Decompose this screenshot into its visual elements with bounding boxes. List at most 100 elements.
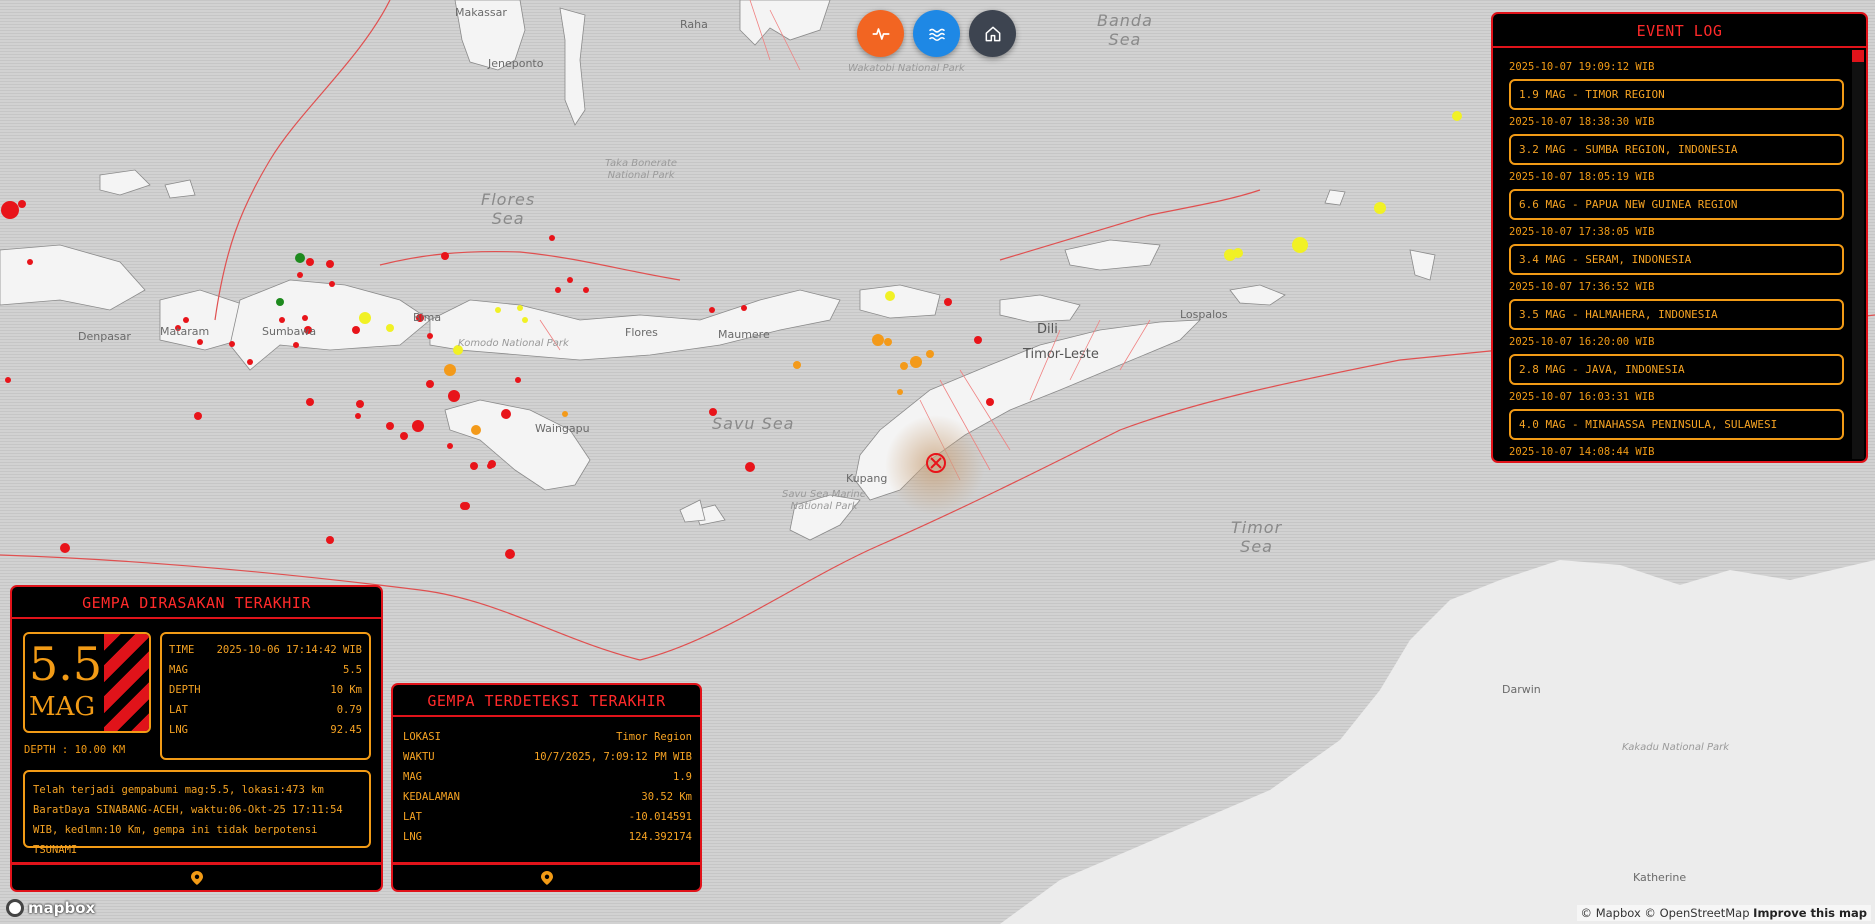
map-label-flores-sea: Flores Sea xyxy=(481,190,536,228)
map-pin-icon[interactable] xyxy=(540,870,553,885)
map-label-darwin: Darwin xyxy=(1502,683,1541,696)
felt-quake-description: Telah terjadi gempabumi mag:5.5, lokasi:… xyxy=(23,770,371,856)
log-entry-text[interactable]: 4.0 MAG - MINAHASSA PENINSULA, SULAWESI xyxy=(1509,409,1844,440)
map-label-sumbawa: Sumbawa xyxy=(262,325,317,338)
magnitude-badge: 5.5 MAG xyxy=(23,632,151,733)
log-entry[interactable]: 2025-10-07 18:38:30 WIB 3.2 MAG - SUMBA … xyxy=(1509,115,1844,170)
map-attribution: © Mapbox © OpenStreetMap Improve this ma… xyxy=(1576,905,1871,921)
detail-value: 92.45 xyxy=(330,724,362,736)
map-label-jeneponto: Jeneponto xyxy=(488,57,544,70)
log-entry-time: 2025-10-07 16:03:31 WIB xyxy=(1509,391,1655,403)
log-entry[interactable]: 2025-10-07 17:36:52 WIB 3.5 MAG - HALMAH… xyxy=(1509,280,1844,335)
map-label-bima: Bima xyxy=(413,311,442,324)
detail-row: MAG 1.9 xyxy=(403,769,692,789)
event-log-scrollbar[interactable] xyxy=(1852,50,1864,459)
detail-row: LAT 0.79 xyxy=(169,702,362,722)
map-label-komodo: Komodo National Park xyxy=(458,338,569,349)
activity-icon xyxy=(872,27,889,40)
log-entry[interactable]: 2025-10-07 19:09:12 WIB 1.9 MAG - TIMOR … xyxy=(1509,60,1844,115)
detected-quake-title: GEMPA TERDETEKSI TERAKHIR xyxy=(393,685,700,717)
detail-row: LNG 92.45 xyxy=(169,722,362,742)
detected-quake-panel: GEMPA TERDETEKSI TERAKHIR LOKASI Timor Re… xyxy=(391,683,702,892)
hazard-stripes xyxy=(104,634,149,731)
map-label-dili: Dili xyxy=(1037,322,1058,337)
map-label-savu-sea: Savu Sea xyxy=(712,414,795,433)
detail-value: 10 Km xyxy=(330,684,362,696)
log-entry-text[interactable]: 3.2 MAG - SUMBA REGION, INDONESIA xyxy=(1509,134,1844,165)
log-entry-text[interactable]: 3.5 MAG - HALMAHERA, INDONESIA xyxy=(1509,299,1844,330)
detected-quake-locate-bar[interactable] xyxy=(393,862,700,890)
log-entry-time: 2025-10-07 14:08:44 WIB xyxy=(1509,446,1655,458)
detail-row: LAT -10.014591 xyxy=(403,809,692,829)
mapbox-attribution-link[interactable]: © Mapbox xyxy=(1581,906,1641,920)
map-label-timor-sea: Timor Sea xyxy=(1231,518,1283,556)
detail-row: MAG 5.5 xyxy=(169,662,362,682)
log-entry-time: 2025-10-07 17:38:05 WIB xyxy=(1509,226,1655,238)
detail-row: DEPTH 10 Km xyxy=(169,682,362,702)
map-pin-icon[interactable] xyxy=(190,870,203,885)
detail-row: KEDALAMAN 30.52 Km xyxy=(403,789,692,809)
detail-value: 5.5 xyxy=(343,664,362,676)
mapbox-logo[interactable]: mapbox xyxy=(6,899,95,917)
event-log-scroll-thumb[interactable] xyxy=(1852,50,1864,62)
detail-value: 1.9 xyxy=(673,771,692,783)
home-button[interactable] xyxy=(969,10,1016,57)
log-entry[interactable]: 2025-10-07 18:05:19 WIB 6.6 MAG - PAPUA … xyxy=(1509,170,1844,225)
map-label-makassar: Makassar xyxy=(455,6,507,19)
osm-attribution-link[interactable]: © OpenStreetMap xyxy=(1644,906,1749,920)
tsunami-button[interactable] xyxy=(913,10,960,57)
detail-key: TIME xyxy=(169,644,195,656)
log-entry[interactable]: 2025-10-07 16:20:00 WIB 2.8 MAG - JAVA, … xyxy=(1509,335,1844,390)
detail-row: LNG 124.392174 xyxy=(403,829,692,849)
activity-button[interactable] xyxy=(857,10,904,57)
detail-key: DEPTH xyxy=(169,684,201,696)
detail-value: 0.79 xyxy=(336,704,362,716)
felt-quake-panel: GEMPA DIRASAKAN TERAKHIR 5.5 MAG DEPTH :… xyxy=(10,585,383,892)
log-entry[interactable]: 2025-10-07 14:08:44 WIB xyxy=(1509,445,1844,461)
felt-quake-details: TIME 2025-10-06 17:14:42 WIB MAG 5.5 DEPTH… xyxy=(160,632,371,760)
mapbox-logo-icon xyxy=(6,899,24,917)
map-label-savu-sea-park: Savu Sea Marine National Park xyxy=(782,489,866,512)
detail-key: KEDALAMAN xyxy=(403,791,460,803)
log-entry-text[interactable]: 2.8 MAG - JAVA, INDONESIA xyxy=(1509,354,1844,385)
event-log-title: EVENT LOG xyxy=(1493,14,1866,48)
magnitude-unit: MAG xyxy=(29,692,96,722)
waves-icon xyxy=(928,28,945,41)
felt-quake-title: GEMPA DIRASAKAN TERAKHIR xyxy=(12,587,381,619)
detail-value: Timor Region xyxy=(616,731,692,743)
detail-row: TIME 2025-10-06 17:14:42 WIB xyxy=(169,642,362,662)
log-entry[interactable]: 2025-10-07 16:03:31 WIB 4.0 MAG - MINAHA… xyxy=(1509,390,1844,445)
map-label-denpasar: Denpasar xyxy=(78,330,131,343)
log-entry-text[interactable]: 1.9 MAG - TIMOR REGION xyxy=(1509,79,1844,110)
detail-value: 10/7/2025, 7:09:12 PM WIB xyxy=(533,751,692,763)
log-entry-time: 2025-10-07 16:20:00 WIB xyxy=(1509,336,1655,348)
detail-key: MAG xyxy=(169,664,188,676)
detail-key: LAT xyxy=(403,811,422,823)
log-entry-time: 2025-10-07 19:09:12 WIB xyxy=(1509,61,1655,73)
map-label-timor-leste: Timor-Leste xyxy=(1023,347,1099,362)
detail-value: 2025-10-06 17:14:42 WIB xyxy=(216,644,362,656)
home-icon xyxy=(985,26,1000,41)
magnitude-value: 5.5 xyxy=(29,637,103,691)
event-log-panel: EVENT LOG 2025-10-07 19:09:12 WIB 1.9 MA… xyxy=(1491,12,1868,463)
map-label-kakadu: Kakadu National Park xyxy=(1622,742,1730,753)
detail-key: WAKTU xyxy=(403,751,435,763)
map-label-banda-sea: Banda Sea xyxy=(1097,11,1153,49)
event-log-list[interactable]: 2025-10-07 19:09:12 WIB 1.9 MAG - TIMOR … xyxy=(1509,60,1844,461)
map-label-mataram: Mataram xyxy=(160,325,210,338)
map-label-flores: Flores xyxy=(625,326,658,339)
detail-key: LNG xyxy=(403,831,422,843)
map-label-katherine: Katherine xyxy=(1633,871,1687,884)
log-entry-time: 2025-10-07 18:38:30 WIB xyxy=(1509,116,1655,128)
log-entry[interactable]: 2025-10-07 17:38:05 WIB 3.4 MAG - SERAM,… xyxy=(1509,225,1844,280)
map-label-taka-bonerate: Taka Bonerate National Park xyxy=(605,158,678,181)
detail-key: LNG xyxy=(169,724,188,736)
detail-key: LAT xyxy=(169,704,188,716)
log-entry-text[interactable]: 3.4 MAG - SERAM, INDONESIA xyxy=(1509,244,1844,275)
map-label-waingapu: Waingapu xyxy=(535,422,590,435)
improve-map-link[interactable]: Improve this map xyxy=(1753,906,1867,920)
log-entry-text[interactable]: 6.6 MAG - PAPUA NEW GUINEA REGION xyxy=(1509,189,1844,220)
map-label-raha: Raha xyxy=(680,18,708,31)
depth-summary: DEPTH : 10.00 KM xyxy=(24,744,126,756)
felt-quake-locate-bar[interactable] xyxy=(12,862,381,890)
